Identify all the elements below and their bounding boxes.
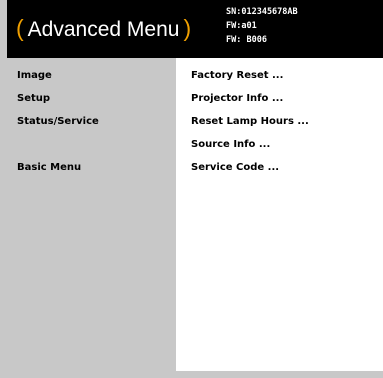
menu-item-basic-menu[interactable]: Basic Menu bbox=[17, 162, 81, 173]
submenu-item-factory-reset[interactable]: Factory Reset ... bbox=[191, 70, 283, 81]
submenu-item-reset-lamp-hours[interactable]: Reset Lamp Hours ... bbox=[191, 116, 309, 127]
submenu-item-source-info[interactable]: Source Info ... bbox=[191, 139, 270, 150]
menu-header: (Advanced Menu) SN:012345678AB FW:a01 FW… bbox=[7, 0, 383, 58]
firmware-version-1: FW:a01 bbox=[226, 21, 257, 31]
firmware-version-2: FW: B006 bbox=[226, 35, 267, 45]
serial-number: SN:012345678AB bbox=[226, 7, 298, 17]
menu-item-setup[interactable]: Setup bbox=[17, 93, 50, 104]
menu-item-status-service[interactable]: Status/Service bbox=[17, 116, 99, 127]
device-info: SN:012345678AB FW:a01 FW: B006 bbox=[226, 5, 298, 47]
osd-menu-window: (Advanced Menu) SN:012345678AB FW:a01 FW… bbox=[0, 0, 383, 378]
submenu-panel: Factory Reset ... Projector Info ... Res… bbox=[176, 58, 383, 371]
main-menu-panel: Image Setup Status/Service Basic Menu bbox=[7, 58, 176, 371]
submenu-item-service-code[interactable]: Service Code ... bbox=[191, 162, 279, 173]
title-open-bracket: ( bbox=[16, 15, 24, 41]
menu-item-image[interactable]: Image bbox=[17, 70, 52, 81]
submenu-item-projector-info[interactable]: Projector Info ... bbox=[191, 93, 283, 104]
title-close-bracket: ) bbox=[183, 15, 192, 41]
menu-title-text: Advanced Menu bbox=[27, 18, 180, 41]
menu-title: (Advanced Menu) bbox=[16, 15, 191, 43]
